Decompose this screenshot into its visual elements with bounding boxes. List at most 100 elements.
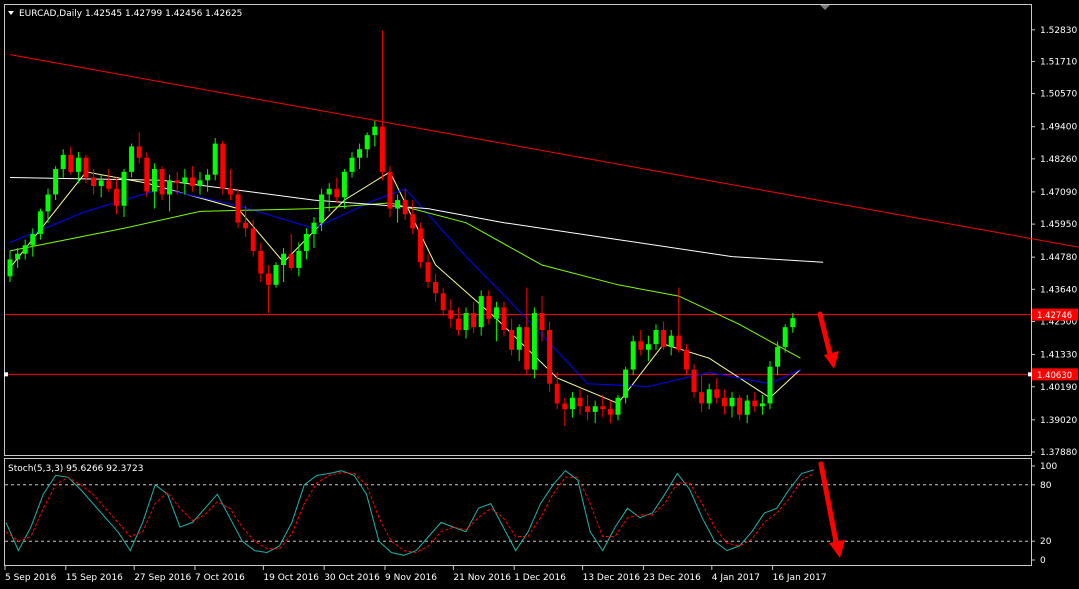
candle-body — [676, 335, 682, 350]
candle-body — [790, 318, 796, 328]
candle-body — [372, 126, 378, 136]
candle-body — [265, 273, 271, 285]
candle — [600, 394, 606, 418]
candle-body — [706, 389, 712, 404]
candle — [159, 166, 165, 201]
candle-body — [471, 313, 477, 328]
candle-body — [250, 228, 256, 251]
candle-body — [744, 400, 750, 415]
candle-body — [668, 335, 674, 347]
date-axis-label: 21 Nov 2016 — [453, 573, 511, 583]
candle-body — [721, 397, 727, 407]
collapse-triangle-icon[interactable] — [8, 11, 14, 15]
price-axis-label: 1.44780 — [1040, 253, 1077, 263]
candle — [212, 137, 218, 181]
candle-body — [661, 330, 667, 347]
chart-shift-marker-icon[interactable] — [820, 5, 830, 10]
candle — [501, 301, 507, 336]
candle-body — [174, 180, 180, 184]
candle-body — [782, 327, 788, 347]
candle-body — [433, 281, 439, 294]
candle — [425, 253, 431, 288]
stoch-axis-label: 100 — [1040, 462, 1057, 472]
candle-body — [547, 330, 553, 384]
candle-body — [75, 157, 81, 172]
candle — [531, 307, 537, 379]
candle — [402, 188, 408, 220]
date-axis-label: 1 Dec 2016 — [514, 573, 566, 583]
candle — [296, 242, 302, 277]
candle-body — [539, 313, 545, 330]
candle — [737, 394, 743, 421]
candle-body — [752, 400, 758, 407]
candle-body — [60, 154, 66, 170]
candle — [448, 298, 454, 328]
candle — [455, 307, 461, 336]
candle — [744, 394, 750, 424]
candle — [630, 335, 636, 376]
candle — [205, 169, 211, 192]
candle — [364, 132, 370, 158]
candle-body — [121, 171, 127, 206]
candle-body — [577, 397, 583, 407]
candle — [303, 228, 309, 260]
candle-body — [569, 397, 575, 410]
price-axis-label: 1.43640 — [1040, 285, 1077, 295]
candle-body — [486, 296, 492, 319]
date-axis-label: 7 Oct 2016 — [195, 573, 245, 583]
candle — [653, 324, 659, 350]
candle — [334, 177, 340, 203]
candle-body — [759, 403, 765, 407]
candle-body — [478, 296, 484, 328]
candle-body — [22, 245, 28, 254]
candle-body — [379, 126, 385, 172]
moving-average-line — [9, 202, 801, 359]
candle — [410, 200, 416, 234]
candle-body — [402, 200, 408, 215]
candle-body — [410, 214, 416, 229]
candle — [615, 394, 621, 421]
candle — [349, 152, 355, 178]
candle-body — [288, 253, 294, 268]
candle — [562, 397, 568, 427]
candle-body — [585, 406, 591, 412]
stoch-header: Stoch(5,3,3) 95.6266 92.3723 — [8, 464, 143, 474]
candle-body — [357, 149, 363, 158]
candle — [668, 330, 674, 356]
candle-body — [364, 135, 370, 150]
candle-body — [205, 174, 211, 181]
candle-body — [220, 143, 226, 189]
candle-body — [516, 327, 522, 350]
candle — [235, 188, 241, 229]
candle — [197, 171, 203, 195]
candle-body — [767, 366, 773, 404]
stoch-axis-label: 20 — [1040, 537, 1052, 547]
candle-body — [7, 259, 13, 277]
candle — [577, 389, 583, 415]
down-arrow-annotation-stoch — [818, 461, 845, 558]
candle — [767, 361, 773, 410]
candle — [7, 250, 13, 282]
candle — [395, 194, 401, 223]
candle-body — [562, 403, 568, 410]
date-axis-label: 16 Jan 2017 — [773, 573, 827, 583]
candle-body — [341, 171, 347, 198]
candle — [623, 366, 629, 404]
candle-body — [425, 262, 431, 282]
candle — [721, 389, 727, 415]
candle-body — [417, 228, 423, 263]
candle — [683, 344, 689, 376]
candle-body — [638, 341, 644, 350]
price-axis-label: 1.52830 — [1040, 26, 1077, 36]
price-axis-label: 1.45950 — [1040, 220, 1077, 230]
candle — [15, 248, 21, 268]
moving-average-line — [9, 177, 824, 263]
candle-body — [197, 180, 203, 186]
candle — [60, 149, 66, 178]
candle-body — [136, 146, 142, 158]
candle — [167, 174, 173, 212]
candle-body — [167, 180, 173, 195]
candle-body — [691, 369, 697, 393]
candle — [387, 166, 393, 218]
candle — [281, 248, 287, 282]
